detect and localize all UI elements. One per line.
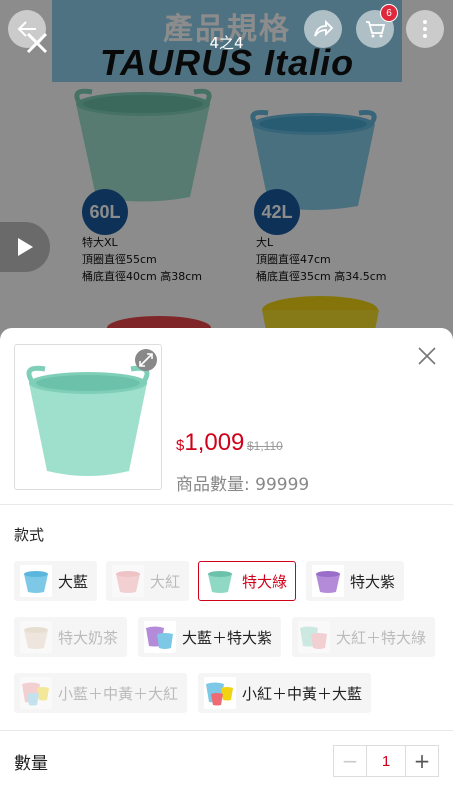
share-icon (314, 19, 334, 37)
option-label: 大紅 (150, 572, 181, 591)
divider (0, 730, 453, 731)
play-icon (18, 238, 33, 256)
option-chip-selected[interactable]: 特大綠 (198, 561, 297, 601)
option-label: 小紅＋中黃＋大藍 (242, 684, 363, 703)
tub-set-icon (204, 677, 236, 709)
option-label: 特大紫 (350, 572, 396, 591)
option-chip[interactable]: 大紅＋特大綠 (292, 617, 436, 657)
style-label: 款式 (14, 526, 45, 544)
cart-icon (366, 21, 386, 38)
current-price: $1,009 (176, 429, 244, 457)
expand-icon[interactable] (135, 349, 157, 371)
option-label: 大藍＋特大紫 (182, 628, 273, 647)
more-button[interactable] (406, 10, 444, 48)
option-label: 小藍＋中黃＋大紅 (58, 684, 179, 703)
cart-button[interactable]: 6 (356, 4, 398, 48)
more-icon (423, 20, 427, 38)
option-chip[interactable]: 大藍 (14, 561, 98, 601)
tub-blue-icon (20, 565, 52, 597)
quantity-stepper: − 1 + (333, 745, 439, 777)
share-button[interactable] (304, 10, 342, 48)
option-chip[interactable]: 特大紫 (306, 561, 405, 601)
product-image-viewer: 產品規格 TAURUS Italio 60L 特大XL 頂圈直徑55cm 桶底直… (0, 0, 453, 340)
tub-purple-icon (312, 565, 344, 597)
option-label: 特大奶茶 (58, 628, 119, 647)
tub-beige-icon (20, 621, 52, 653)
decrease-button[interactable]: − (334, 746, 366, 776)
quantity-label: 數量 (14, 754, 48, 774)
close-icon[interactable] (415, 344, 439, 368)
option-chip[interactable]: 特大奶茶 (14, 617, 128, 657)
option-label: 大藍 (58, 572, 89, 591)
selected-variant-thumbnail[interactable] (14, 344, 162, 490)
original-price: $1,110 (247, 439, 283, 453)
option-chip[interactable]: 小藍＋中黃＋大紅 (14, 673, 188, 713)
stock-count: 商品數量: 99999 (176, 475, 310, 495)
tub-red-green-icon (298, 621, 330, 653)
price-amount: 1,009 (184, 429, 245, 456)
option-label: 特大綠 (242, 572, 288, 591)
tub-set-icon (20, 677, 52, 709)
divider (0, 504, 453, 505)
option-chip[interactable]: 小紅＋中黃＋大藍 (198, 673, 372, 713)
option-label: 大紅＋特大綠 (336, 628, 427, 647)
option-chip[interactable]: 大紅 (106, 561, 190, 601)
variant-selector-sheet: $1,009 $1,110 商品數量: 99999 款式 大藍 大紅 特大綠 特… (0, 328, 453, 800)
cart-count-badge: 6 (380, 4, 398, 22)
quantity-input[interactable]: 1 (366, 746, 406, 776)
tub-pink-icon (112, 565, 144, 597)
tub-green-icon (204, 565, 236, 597)
option-chip[interactable]: 大藍＋特大紫 (138, 617, 282, 657)
increase-button[interactable]: + (406, 746, 438, 776)
tub-blue-purple-icon (144, 621, 176, 653)
video-play-button[interactable] (0, 222, 50, 272)
